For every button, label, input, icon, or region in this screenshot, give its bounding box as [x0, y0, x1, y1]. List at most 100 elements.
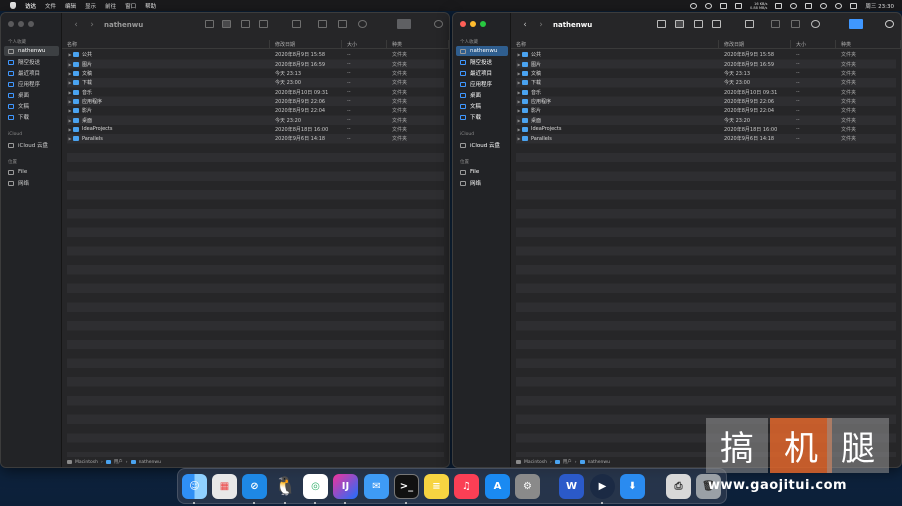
- new-folder-icon[interactable]: [849, 19, 863, 29]
- table-row[interactable]: ▶ 应用程序 2020年8月9日 22:06 -- 文件夹: [67, 97, 444, 106]
- table-row[interactable]: ▶ 下载 今天 23:00 -- 文件夹: [516, 78, 896, 87]
- action-icon[interactable]: [811, 20, 820, 28]
- qq-status-icon[interactable]: [690, 2, 698, 9]
- word-icon[interactable]: W: [559, 474, 584, 499]
- sidebar-item-applications[interactable]: 应用程序: [456, 79, 492, 89]
- list-view-icon[interactable]: [222, 20, 231, 28]
- table-row[interactable]: ▶ 公共 2020年8月9日 15:58 -- 文件夹: [67, 50, 444, 59]
- bluetooth-icon[interactable]: [790, 2, 798, 9]
- table-row[interactable]: ▶ 图片 2020年8月9日 16:59 -- 文件夹: [516, 59, 896, 68]
- zoom-button[interactable]: [28, 21, 34, 27]
- sidebar-item-icloud-drive[interactable]: iCloud 云盘: [4, 140, 48, 150]
- col-size[interactable]: 大小: [342, 40, 387, 48]
- tag-icon[interactable]: [791, 20, 800, 28]
- menu-window[interactable]: 窗口: [125, 2, 136, 10]
- sidebar-item-home[interactable]: nathenwu: [4, 46, 59, 56]
- notes-icon[interactable]: ≡: [424, 474, 449, 499]
- control-center-icon[interactable]: [850, 2, 858, 9]
- safari-icon[interactable]: ⊘: [242, 474, 267, 499]
- search-icon[interactable]: [835, 2, 843, 9]
- col-kind[interactable]: 种类: [836, 40, 901, 48]
- sidebar-item-airdrop[interactable]: 隔空投送: [456, 57, 492, 67]
- sidebar-item-applications[interactable]: 应用程序: [4, 79, 40, 89]
- music-icon[interactable]: ♫: [454, 474, 479, 499]
- path-item[interactable]: 用户: [114, 459, 123, 465]
- share-icon[interactable]: [318, 20, 327, 28]
- search-icon[interactable]: [434, 20, 443, 28]
- path-item[interactable]: Macintosh: [524, 460, 547, 465]
- back-button[interactable]: ‹: [517, 20, 533, 30]
- sidebar-item-network[interactable]: 网络: [456, 178, 481, 188]
- col-name[interactable]: 名称: [511, 40, 719, 48]
- wifi-icon[interactable]: [820, 2, 828, 9]
- agent-status-icon[interactable]: [705, 2, 713, 9]
- col-size[interactable]: 大小: [791, 40, 836, 48]
- battery-icon[interactable]: [775, 2, 783, 9]
- sidebar-item-desktop[interactable]: 桌面: [456, 90, 481, 100]
- menu-view[interactable]: 显示: [85, 2, 96, 10]
- menu-go[interactable]: 前往: [105, 2, 116, 10]
- table-row[interactable]: ▶ 图片 2020年8月9日 16:59 -- 文件夹: [67, 59, 444, 68]
- grid-icon[interactable]: [805, 2, 813, 9]
- icon-view-icon[interactable]: [657, 20, 666, 28]
- intellij-icon[interactable]: IJ: [333, 474, 358, 499]
- group-icon[interactable]: [292, 20, 301, 28]
- path-item[interactable]: Macintosh: [75, 460, 98, 465]
- path-item[interactable]: nathenwu: [139, 460, 161, 465]
- forward-button[interactable]: ›: [533, 20, 549, 30]
- close-button[interactable]: [460, 21, 466, 27]
- sidebar-item-airdrop[interactable]: 隔空投送: [4, 57, 40, 67]
- terminal-icon[interactable]: >_: [394, 474, 419, 499]
- table-row[interactable]: ▶ 音乐 2020年8月10日 09:31 -- 文件夹: [67, 87, 444, 96]
- sidebar-item-home[interactable]: nathenwu: [456, 46, 508, 56]
- system-preferences-icon[interactable]: ⚙: [515, 474, 540, 499]
- menu-edit[interactable]: 编辑: [65, 2, 76, 10]
- share-icon[interactable]: [771, 20, 780, 28]
- table-row[interactable]: ▶ 下载 今天 23:00 -- 文件夹: [67, 78, 444, 87]
- sidebar-item-icloud-drive[interactable]: iCloud 云盘: [456, 140, 500, 150]
- table-row[interactable]: ▶ 影片 2020年8月9日 22:04 -- 文件夹: [516, 106, 896, 115]
- sidebar-item-network[interactable]: 网络: [4, 178, 29, 188]
- path-item[interactable]: 用户: [563, 459, 572, 465]
- downloads-folder-icon[interactable]: ⬇: [620, 474, 645, 499]
- menu-file[interactable]: 文件: [45, 2, 56, 10]
- table-row[interactable]: ▶ IdeaProjects 2020年8月18日 16:00 -- 文件夹: [516, 125, 896, 134]
- gallery-view-icon[interactable]: [259, 20, 268, 28]
- column-view-icon[interactable]: [694, 20, 703, 28]
- table-row[interactable]: ▶ IdeaProjects 2020年8月18日 16:00 -- 文件夹: [67, 125, 444, 134]
- sidebar-item-downloads[interactable]: 下载: [456, 112, 481, 122]
- action-icon[interactable]: [358, 20, 367, 28]
- wechat-icon[interactable]: ◎: [303, 474, 328, 499]
- menu-app-name[interactable]: 访达: [25, 2, 36, 10]
- table-row[interactable]: ▶ 桌面 今天 23:20 -- 文件夹: [67, 115, 444, 124]
- col-date[interactable]: 修改日期: [270, 40, 342, 48]
- sidebar-item-documents[interactable]: 文稿: [4, 101, 29, 111]
- tag-icon[interactable]: [338, 20, 347, 28]
- table-row[interactable]: ▶ 应用程序 2020年8月9日 22:06 -- 文件夹: [516, 97, 896, 106]
- group-icon[interactable]: [745, 20, 754, 28]
- search-icon[interactable]: [885, 20, 894, 28]
- sidebar-item-recents[interactable]: 最近项目: [4, 68, 40, 78]
- sidebar-item-documents[interactable]: 文稿: [456, 101, 481, 111]
- qq-icon[interactable]: 🐧: [273, 474, 298, 499]
- sidebar-item-downloads[interactable]: 下载: [4, 112, 29, 122]
- gallery-view-icon[interactable]: [712, 20, 721, 28]
- back-button[interactable]: ‹: [68, 20, 84, 30]
- col-name[interactable]: 名称: [62, 40, 270, 48]
- app-store-icon[interactable]: A: [485, 474, 510, 499]
- column-view-icon[interactable]: [241, 20, 250, 28]
- forward-button[interactable]: ›: [84, 20, 100, 30]
- launchpad-icon[interactable]: ▦: [212, 474, 237, 499]
- table-row[interactable]: ▶ 文稿 今天 23:13 -- 文件夹: [67, 69, 444, 78]
- minimize-button[interactable]: [18, 21, 24, 27]
- list-view-icon[interactable]: [675, 20, 684, 28]
- table-row[interactable]: ▶ 公共 2020年8月9日 15:58 -- 文件夹: [516, 50, 896, 59]
- path-item[interactable]: nathenwu: [588, 460, 610, 465]
- sidebar-item-file-drive[interactable]: File: [456, 167, 479, 177]
- mail-icon[interactable]: ✉: [364, 474, 389, 499]
- menu-help[interactable]: 帮助: [145, 2, 156, 10]
- clock[interactable]: 周三 23:30: [865, 2, 894, 10]
- close-button[interactable]: [8, 21, 14, 27]
- new-folder-icon[interactable]: [397, 19, 411, 29]
- col-kind[interactable]: 种类: [387, 40, 449, 48]
